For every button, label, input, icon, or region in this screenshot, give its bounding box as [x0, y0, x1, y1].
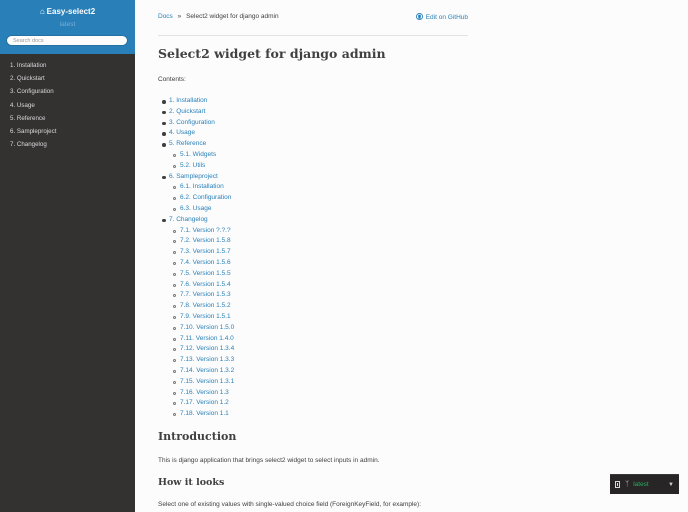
how-it-looks-heading: How it looks	[158, 477, 225, 488]
toc-sublink[interactable]: 5.1. Widgets	[158, 150, 234, 161]
toc-sublink[interactable]: 6.1. Installation	[158, 182, 234, 193]
breadcrumb-docs-link[interactable]: Docs	[158, 13, 173, 20]
toc-link[interactable]: 3. Configuration	[158, 118, 234, 129]
sidebar-item-quickstart[interactable]: 2. Quickstart	[0, 72, 135, 85]
toc-link[interactable]: 2. Quickstart	[158, 107, 234, 118]
version-flyout[interactable]: ᛉ latest ▼	[610, 474, 679, 494]
flyout-version: latest	[633, 481, 649, 488]
toc-sublink[interactable]: 5.2. Utils	[158, 161, 234, 172]
contents-label: Contents:	[158, 76, 186, 83]
toc-sublink[interactable]: 7.9. Version 1.5.1	[158, 312, 234, 323]
toc-sublink[interactable]: 7.11. Version 1.4.0	[158, 334, 234, 345]
toc-sublink[interactable]: 7.5. Version 1.5.5	[158, 269, 234, 280]
toc-sublink[interactable]: 7.16. Version 1.3	[158, 388, 234, 399]
toc-sublink[interactable]: 7.15. Version 1.3.1	[158, 377, 234, 388]
toc-sublink[interactable]: 7.8. Version 1.5.2	[158, 301, 234, 312]
toc-sublink[interactable]: 7.12. Version 1.3.4	[158, 344, 234, 355]
sidebar-item-reference[interactable]: 5. Reference	[0, 112, 135, 125]
search-input[interactable]	[6, 35, 128, 46]
toc-sublink[interactable]: 7.1. Version ?.?.?	[158, 226, 234, 237]
table-of-contents: 1. Installation 2. Quickstart 3. Configu…	[158, 96, 234, 420]
home-icon: ⌂	[39, 7, 45, 16]
sidebar-item-installation[interactable]: 1. Installation	[0, 59, 135, 72]
edit-on-github-link[interactable]: Edit on GitHub	[415, 13, 468, 21]
breadcrumb-current: Select2 widget for django admin	[186, 13, 279, 20]
github-icon	[415, 13, 423, 20]
sidebar-item-sampleproject[interactable]: 6. Sampleproject	[0, 125, 135, 138]
toc-link[interactable]: 4. Usage	[158, 128, 234, 139]
project-home-link[interactable]: ⌂ Easy-select2	[0, 0, 135, 16]
git-branch-icon: ᛉ	[625, 481, 630, 488]
page-title: Select2 widget for django admin	[158, 46, 386, 61]
breadcrumb-divider	[158, 35, 468, 36]
edit-on-github-label: Edit on GitHub	[425, 14, 468, 21]
introduction-heading: Introduction	[158, 430, 237, 443]
book-icon	[615, 481, 620, 488]
toc-sublink[interactable]: 7.4. Version 1.5.6	[158, 258, 234, 269]
toc-sublink[interactable]: 6.2. Configuration	[158, 193, 234, 204]
toc-sublink[interactable]: 7.13. Version 1.3.3	[158, 355, 234, 366]
docs-version: latest	[59, 21, 76, 28]
main-content: Docs » Select2 widget for django admin E…	[135, 0, 493, 512]
toc-sublink[interactable]: 7.7. Version 1.5.3	[158, 290, 234, 301]
caret-down-icon: ▼	[668, 481, 674, 488]
sidebar-item-usage[interactable]: 4. Usage	[0, 99, 135, 112]
toc-link[interactable]: 1. Installation	[158, 96, 234, 107]
sidebar-header: ⌂ Easy-select2 latest	[0, 0, 135, 54]
toc-link[interactable]: 6. Sampleproject	[158, 172, 234, 183]
toc-sublink[interactable]: 7.2. Version 1.5.8	[158, 236, 234, 247]
toc-sublink[interactable]: 7.6. Version 1.5.4	[158, 280, 234, 291]
toc-sublink[interactable]: 6.3. Usage	[158, 204, 234, 215]
toc-link[interactable]: 7. Changelog	[158, 215, 234, 226]
toc-sublink[interactable]: 7.10. Version 1.5.0	[158, 323, 234, 334]
toc-sublink[interactable]: 7.14. Version 1.3.2	[158, 366, 234, 377]
introduction-text: This is django application that brings s…	[158, 457, 380, 464]
toc-sublink[interactable]: 7.3. Version 1.5.7	[158, 247, 234, 258]
how-it-looks-text: Select one of existing values with singl…	[158, 501, 422, 508]
toc-sublink[interactable]: 7.18. Version 1.1	[158, 409, 234, 420]
sidebar-item-changelog[interactable]: 7. Changelog	[0, 138, 135, 151]
breadcrumb: Docs » Select2 widget for django admin E…	[158, 13, 468, 21]
sidebar-item-configuration[interactable]: 3. Configuration	[0, 85, 135, 98]
sidebar: ⌂Easy-select2 latest 1. Installation 2. …	[0, 0, 135, 512]
breadcrumb-separator: »	[177, 13, 182, 20]
toc-link[interactable]: 5. Reference	[158, 139, 234, 150]
project-name: Easy-select2	[46, 7, 96, 16]
toc-sublink[interactable]: 7.17. Version 1.2	[158, 398, 234, 409]
sidebar-nav: 1. Installation 2. Quickstart 3. Configu…	[0, 59, 135, 151]
